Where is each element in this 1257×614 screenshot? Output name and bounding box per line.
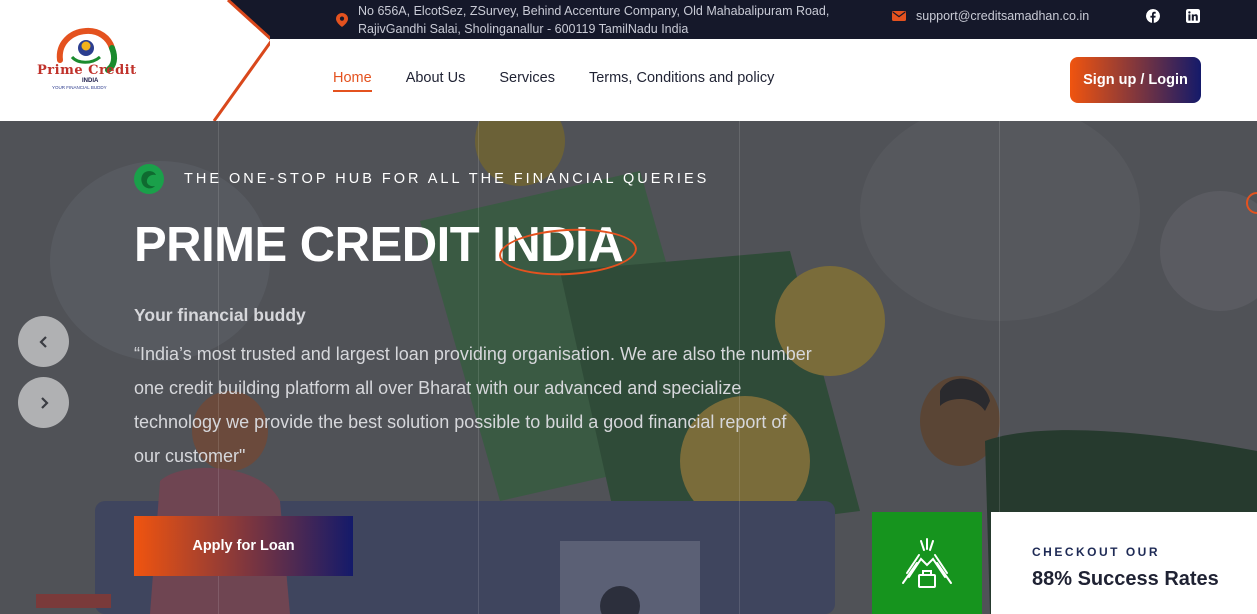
hero-description: “India’s most trusted and largest loan p… xyxy=(134,344,812,466)
envelope-icon xyxy=(892,11,906,21)
main-nav: Home About Us Services Terms, Conditions… xyxy=(333,39,774,121)
success-kicker: CHECKOUT OUR xyxy=(1032,545,1160,559)
nav-item-about-us[interactable]: About Us xyxy=(406,70,466,90)
email-link[interactable]: support@creditsamadhan.co.in xyxy=(892,9,1089,23)
nav-item-services[interactable]: Services xyxy=(499,70,555,90)
logo-name: Prime Credit xyxy=(37,63,137,78)
carousel-prev-button[interactable] xyxy=(18,316,69,367)
success-rate-card: CHECKOUT OUR 88% Success Rates xyxy=(991,512,1257,614)
email-text: support@creditsamadhan.co.in xyxy=(916,9,1090,23)
hero-subtitle: Your financial buddy xyxy=(134,305,306,325)
address-line-1: No 656A, ElcotSez, ZSurvey, Behind Accen… xyxy=(358,3,830,18)
success-stat: 88% Success Rates xyxy=(1032,568,1219,590)
signup-login-button[interactable]: Sign up / Login xyxy=(1070,57,1201,103)
hands-raised-icon xyxy=(902,538,952,588)
facebook-icon[interactable] xyxy=(1146,9,1160,23)
linkedin-icon[interactable] xyxy=(1186,9,1200,23)
tagline-badge-icon xyxy=(134,164,164,194)
hero-section: THE ONE-STOP HUB FOR ALL THE FINANCIAL Q… xyxy=(0,121,1257,614)
address-block: No 656A, ElcotSez, ZSurvey, Behind Accen… xyxy=(336,0,829,39)
address-text: No 656A, ElcotSez, ZSurvey, Behind Accen… xyxy=(358,2,829,38)
hero-tagline: THE ONE-STOP HUB FOR ALL THE FINANCIAL Q… xyxy=(134,164,709,194)
chevron-left-icon xyxy=(38,335,47,348)
success-icon-box xyxy=(872,512,982,614)
nav-item-terms[interactable]: Terms, Conditions and policy xyxy=(589,70,774,90)
carousel-next-button[interactable] xyxy=(18,377,69,428)
chevron-right-icon xyxy=(40,396,49,409)
nav-item-home[interactable]: Home xyxy=(333,70,372,92)
tagline-text: THE ONE-STOP HUB FOR ALL THE FINANCIAL Q… xyxy=(184,171,710,187)
logo[interactable]: Prime Credit INDIA YOUR FINANCIAL BUDDY xyxy=(36,24,148,96)
apply-for-loan-button[interactable]: Apply for Loan xyxy=(134,516,353,576)
location-pin-icon xyxy=(336,12,348,27)
logo-sub: INDIA xyxy=(82,78,99,84)
address-line-2: RajivGandhi Salai, Sholinganallur - 6001… xyxy=(358,21,689,36)
page: No 656A, ElcotSez, ZSurvey, Behind Accen… xyxy=(0,0,1257,614)
logo-tagline: YOUR FINANCIAL BUDDY xyxy=(52,85,107,90)
